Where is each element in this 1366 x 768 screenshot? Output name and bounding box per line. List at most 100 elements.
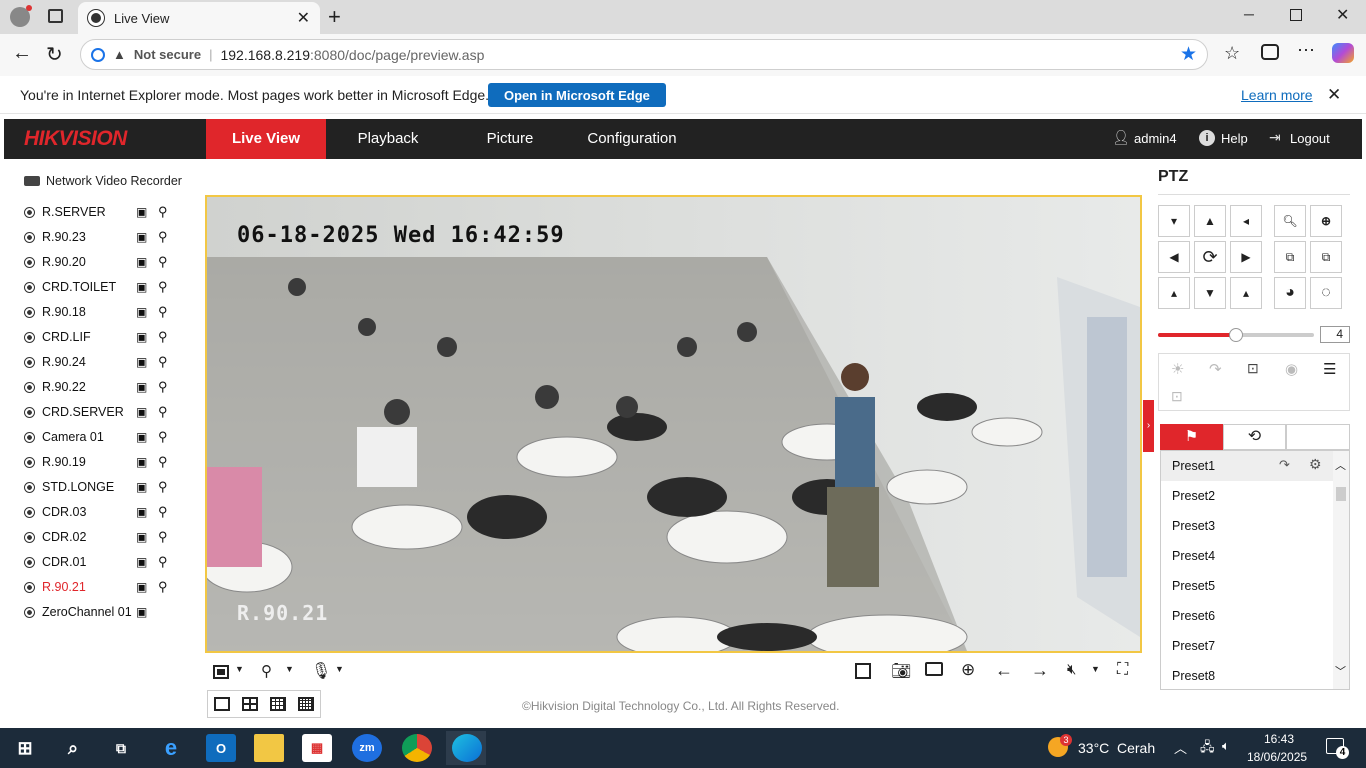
active-tab[interactable]: Live View ✕ bbox=[78, 2, 320, 34]
tray-chevron-icon[interactable]: ︿ bbox=[1174, 738, 1187, 757]
record-icon[interactable]: ▣ bbox=[136, 355, 147, 369]
layout-dropdown-icon[interactable]: ▼ bbox=[235, 664, 244, 674]
outlook-icon[interactable]: O bbox=[206, 734, 236, 762]
channel-item[interactable]: R.90.23 ▣ ⚲ bbox=[24, 228, 184, 246]
light-icon[interactable]: ☀ bbox=[1171, 360, 1184, 378]
focus-assist-icon[interactable]: ⊡ bbox=[1247, 360, 1259, 377]
clock-time[interactable]: 16:43 bbox=[1264, 732, 1294, 746]
scroll-down-icon[interactable]: ﹀ bbox=[1335, 663, 1346, 679]
ie-taskbar-icon[interactable]: e bbox=[156, 734, 186, 762]
logout-icon[interactable]: ⇥ bbox=[1269, 129, 1281, 146]
call-preset-icon[interactable]: ↷ bbox=[1279, 457, 1290, 473]
ptz-down-button[interactable]: ▼ bbox=[1194, 277, 1226, 309]
preset-item[interactable]: Preset3 bbox=[1161, 511, 1333, 541]
mic-dropdown-icon[interactable]: ▼ bbox=[335, 664, 344, 674]
channel-item[interactable]: R.90.19 ▣ ⚲ bbox=[24, 453, 184, 471]
preset-item[interactable]: Preset2 bbox=[1161, 481, 1333, 511]
nav-configuration[interactable]: Configuration bbox=[572, 119, 692, 159]
stream-icon[interactable]: ⚲ bbox=[158, 429, 168, 445]
preset-tab-flag-icon[interactable]: ⚑ bbox=[1160, 424, 1223, 450]
stream-icon[interactable]: ⚲ bbox=[158, 479, 168, 495]
channel-item[interactable]: CDR.02 ▣ ⚲ bbox=[24, 528, 184, 546]
record-icon[interactable]: ▣ bbox=[136, 380, 147, 394]
start-icon[interactable]: ⊞ bbox=[10, 734, 40, 762]
fullscreen-icon[interactable]: ⛶ bbox=[1117, 661, 1128, 679]
scroll-thumb[interactable] bbox=[1336, 487, 1346, 501]
search-icon[interactable]: ⌕ bbox=[58, 734, 88, 762]
help-link[interactable]: Help bbox=[1221, 131, 1248, 146]
open-in-edge-button[interactable]: Open in Microsoft Edge bbox=[488, 83, 666, 107]
channel-item[interactable]: CDR.03 ▣ ⚲ bbox=[24, 503, 184, 521]
close-window-icon[interactable]: ✕ bbox=[1336, 5, 1349, 25]
scroll-up-icon[interactable]: ︿ bbox=[1335, 457, 1346, 473]
record-icon[interactable]: ▣ bbox=[136, 555, 147, 569]
stream-icon[interactable]: ⚲ bbox=[158, 279, 168, 295]
pattern-tab[interactable] bbox=[1286, 424, 1350, 450]
preset-item[interactable]: Preset1 bbox=[1161, 451, 1333, 481]
zoom-app-icon[interactable]: zm bbox=[352, 734, 382, 762]
stream-icon[interactable]: ⚲ bbox=[158, 229, 168, 245]
copilot-icon[interactable] bbox=[1332, 43, 1354, 63]
record-icon[interactable]: ▣ bbox=[136, 330, 147, 344]
clock-date[interactable]: 18/06/2025 bbox=[1247, 750, 1307, 764]
microphone-icon[interactable]: 🎙︎ bbox=[311, 661, 331, 681]
channel-item[interactable]: CRD.LIF ▣ ⚲ bbox=[24, 328, 184, 346]
channel-item[interactable]: CRD.SERVER ▣ ⚲ bbox=[24, 403, 184, 421]
focus-near-button[interactable]: ⧉ bbox=[1274, 241, 1306, 273]
tab-actions-icon[interactable] bbox=[48, 9, 63, 23]
network-icon[interactable]: 🖧︎ bbox=[1200, 738, 1215, 760]
layout-3x3-icon[interactable] bbox=[270, 697, 286, 711]
task-view-icon[interactable]: ⧉ bbox=[106, 734, 136, 762]
layout-4x4-icon[interactable] bbox=[298, 697, 314, 711]
ptz-auto-button[interactable]: ⟳ bbox=[1194, 241, 1226, 273]
back-icon[interactable]: ← bbox=[12, 42, 32, 65]
preset-scrollbar[interactable]: ︿ ﹀ bbox=[1333, 451, 1349, 689]
help-icon[interactable]: i bbox=[1199, 130, 1215, 146]
collapse-ptz-handle[interactable]: › bbox=[1143, 400, 1154, 452]
refresh-icon[interactable]: ↻ bbox=[46, 42, 63, 67]
audio-muted-icon[interactable]: 🔇︎ bbox=[1067, 661, 1076, 678]
record-icon[interactable]: ▣ bbox=[136, 455, 147, 469]
previous-page-icon[interactable]: ← bbox=[995, 660, 1013, 681]
preset-item[interactable]: Preset7 bbox=[1161, 631, 1333, 661]
ptz-up-button[interactable]: ▲ bbox=[1194, 205, 1226, 237]
menu-icon[interactable]: ☰ bbox=[1323, 360, 1336, 378]
stream-icon[interactable]: ⚲ bbox=[158, 204, 168, 220]
channel-item[interactable]: R.90.20 ▣ ⚲ bbox=[24, 253, 184, 271]
record-icon[interactable]: ▣ bbox=[136, 405, 147, 419]
ptz-down-left-button[interactable]: ▴ bbox=[1158, 277, 1190, 309]
record-icon[interactable] bbox=[925, 662, 943, 676]
channel-item[interactable]: R.90.21 ▣ ⚲ bbox=[24, 578, 184, 596]
chrome-icon[interactable] bbox=[402, 734, 432, 762]
audio-dropdown-icon[interactable]: ▼ bbox=[1091, 664, 1100, 674]
capture-icon[interactable]: 📷︎ bbox=[891, 661, 911, 681]
close-tab-icon[interactable]: ✕ bbox=[297, 8, 310, 28]
ptz-down-right-button[interactable]: ▴ bbox=[1230, 277, 1262, 309]
record-icon[interactable]: ▣ bbox=[136, 430, 147, 444]
zoom-out-button[interactable]: 🔍︎ bbox=[1274, 205, 1306, 237]
channel-item[interactable]: R.SERVER ▣ ⚲ bbox=[24, 203, 184, 221]
learn-more-link[interactable]: Learn more bbox=[1241, 87, 1313, 103]
record-icon[interactable]: ▣ bbox=[136, 530, 147, 544]
zoom-in-button[interactable]: ⊕ bbox=[1310, 205, 1342, 237]
window-layout-icon[interactable] bbox=[213, 665, 229, 679]
record-icon[interactable]: ▣ bbox=[136, 305, 147, 319]
stream-icon[interactable]: ⚲ bbox=[158, 554, 168, 570]
ptz-up-right-button[interactable]: ◂ bbox=[1230, 205, 1262, 237]
stream-icon[interactable]: ⚲ bbox=[158, 254, 168, 270]
speed-slider-handle[interactable] bbox=[1229, 328, 1243, 342]
file-explorer-icon[interactable] bbox=[254, 734, 284, 762]
new-tab-icon[interactable]: + bbox=[328, 4, 341, 30]
digital-zoom-icon[interactable]: ⊕ bbox=[961, 660, 975, 680]
collections-icon[interactable] bbox=[1261, 44, 1279, 60]
channel-item[interactable]: CRD.TOILET ▣ ⚲ bbox=[24, 278, 184, 296]
layout-2x2-icon[interactable] bbox=[242, 697, 258, 711]
record-icon[interactable]: ▣ bbox=[136, 580, 147, 594]
stream-icon[interactable]: ⚲ bbox=[158, 454, 168, 470]
layout-1x1-icon[interactable] bbox=[214, 697, 230, 711]
channel-item[interactable]: ZeroChannel 01 ▣ bbox=[24, 603, 184, 621]
ptz-left-button[interactable]: ◀ bbox=[1158, 241, 1190, 273]
focus-far-button[interactable]: ⧉ bbox=[1310, 241, 1342, 273]
ptz-up-left-button[interactable]: ▾ bbox=[1158, 205, 1190, 237]
nav-picture[interactable]: Picture bbox=[450, 119, 570, 159]
